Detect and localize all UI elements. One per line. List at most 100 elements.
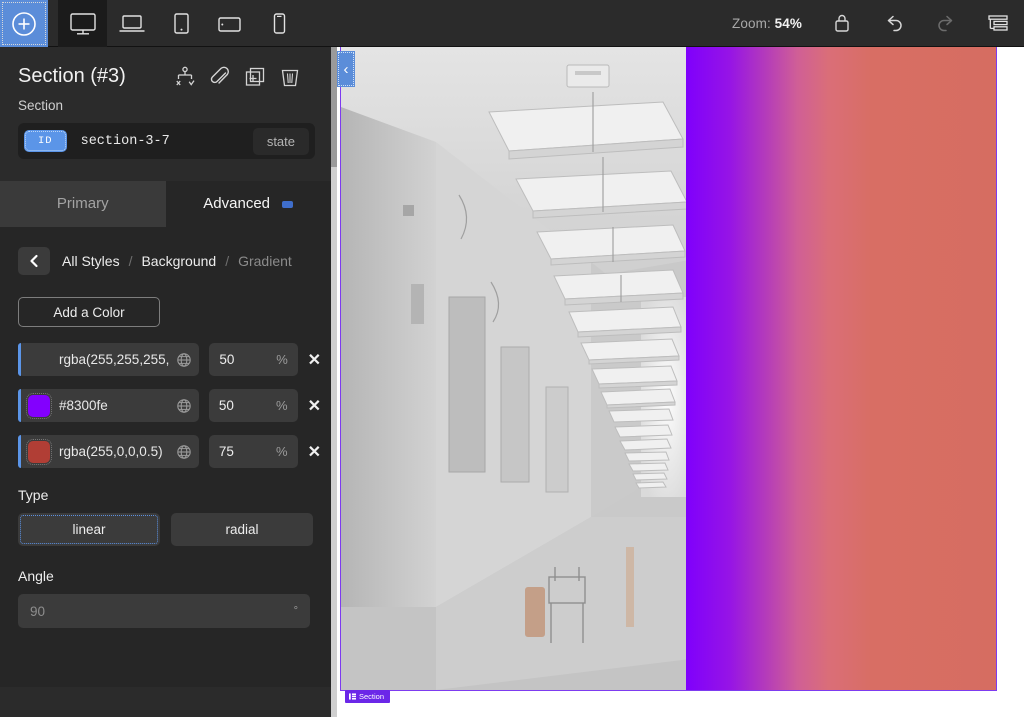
color-stop-unit: % [276, 444, 288, 459]
device-mobile[interactable] [254, 0, 303, 47]
globe-icon[interactable] [169, 398, 199, 414]
tab-primary-label: Primary [56, 195, 109, 212]
mobile-icon [273, 12, 285, 34]
angle-unit: ° [293, 605, 298, 617]
top-toolbar: Zoom: 54% [0, 0, 1024, 47]
tablet-portrait-icon [173, 12, 189, 34]
angle-label: Angle [18, 568, 54, 584]
color-value-text: rgba(255,255,255, [59, 352, 170, 367]
tab-advanced-label: Advanced [203, 195, 271, 212]
color-stop-value: 50 [219, 352, 235, 367]
gradient-type-selector: linear radial [0, 503, 331, 546]
add-element-button[interactable] [0, 0, 48, 47]
redo-button[interactable] [920, 0, 972, 47]
chevron-left-icon [30, 254, 38, 268]
tab-advanced-badge [282, 200, 294, 208]
zoom-value: 54% [774, 15, 802, 31]
laptop-icon [119, 14, 144, 32]
remove-color-button[interactable]: ✕ [298, 350, 331, 370]
link-icon[interactable] [209, 66, 231, 88]
globe-icon-glyph [177, 352, 192, 367]
state-button[interactable]: state [252, 127, 309, 155]
layers-panel-icon [988, 15, 1008, 31]
globe-icon[interactable] [169, 352, 199, 368]
color-stop-field[interactable]: 75 % [208, 435, 298, 468]
section-icon [349, 693, 356, 700]
color-swatch[interactable] [26, 438, 52, 465]
device-switcher [58, 0, 303, 47]
angle-field-wrap: 90 ° [0, 584, 331, 628]
gradient-color-row: rgba(255,0,0,0.5) 75 % ✕ [0, 435, 331, 468]
breadcrumb-item-background[interactable]: Background [141, 253, 216, 269]
desktop-icon [69, 12, 96, 34]
paperclip-icon [210, 66, 229, 84]
section-badge-icon [349, 693, 356, 700]
type-option-linear[interactable]: linear [18, 513, 160, 546]
type-label: Type [18, 487, 49, 503]
globe-icon[interactable] [169, 444, 199, 460]
device-desktop[interactable] [58, 0, 107, 47]
breadcrumb-back-button[interactable] [18, 247, 50, 275]
undo-icon [887, 15, 902, 32]
panel-tabs: Primary Advanced [0, 181, 331, 227]
globe-icon-glyph [177, 398, 191, 413]
zoom-prefix: Zoom: [732, 15, 771, 31]
remove-color-button[interactable]: ✕ [298, 396, 331, 416]
color-stop-field[interactable]: 50 % [208, 389, 298, 422]
selected-section[interactable] [340, 47, 997, 691]
duplicate-icon[interactable] [244, 66, 266, 88]
trash-icon [281, 69, 299, 86]
delete-icon[interactable] [279, 66, 301, 88]
gradient-color-row: #8300fe 50 % ✕ [0, 389, 331, 422]
type-option-radial[interactable]: radial [171, 513, 313, 546]
plus-circle-icon [12, 11, 36, 36]
device-tablet-landscape[interactable] [205, 0, 254, 47]
add-color-button[interactable]: Add a Color [18, 297, 160, 327]
undo-button[interactable] [868, 0, 920, 47]
properties-panel: Section (#3) Section ID section-3-7 stat… [0, 47, 331, 717]
gradient-overlay [686, 47, 996, 690]
device-laptop[interactable] [107, 0, 156, 47]
globe-icon-glyph [177, 444, 191, 459]
device-tablet-portrait[interactable] [156, 0, 205, 47]
lock-icon [835, 14, 849, 32]
color-value-field[interactable]: #8300fe [18, 389, 199, 422]
element-id-row: ID section-3-7 state [18, 123, 315, 159]
id-badge[interactable]: ID [24, 130, 67, 152]
angle-input[interactable]: 90 ° [18, 594, 310, 628]
panel-header: Section (#3) [0, 47, 331, 88]
remove-color-button[interactable]: ✕ [298, 442, 331, 462]
color-stop-value: 50 [218, 398, 234, 413]
angle-value: 90 [30, 603, 46, 619]
breadcrumb-separator: / [128, 253, 133, 269]
color-value-field[interactable]: rgba(255,0,0,0.5) [18, 435, 199, 468]
section-badge-label: Section [359, 692, 385, 701]
panels-button[interactable] [972, 0, 1024, 47]
breadcrumb: All Styles / Background / Gradient [0, 227, 331, 275]
collapse-panel-handle[interactable]: ‹ [337, 51, 355, 87]
redo-icon [938, 15, 953, 32]
tab-advanced[interactable]: Advanced [165, 181, 331, 227]
element-type-label: Section [18, 98, 64, 113]
color-stop-unit: % [276, 398, 288, 413]
color-swatch[interactable] [28, 349, 50, 371]
condition-branch-icon [176, 66, 195, 86]
tablet-landscape-icon [217, 16, 241, 32]
section-label-badge[interactable]: Section [345, 690, 391, 703]
color-stop-field[interactable]: 50 % [209, 343, 298, 376]
toolbar-right-group: Zoom: 54% [732, 0, 1024, 46]
page-title: Section (#3) [18, 65, 126, 87]
gradient-color-list: rgba(255,255,255, 50 % ✕ #8300fe 50 % ✕ … [0, 343, 331, 468]
conditions-icon[interactable] [174, 66, 196, 88]
zoom-indicator[interactable]: Zoom: 54% [732, 16, 816, 31]
duplicate-icon-glyph [245, 67, 265, 86]
breadcrumb-separator: / [225, 253, 230, 269]
id-value[interactable]: section-3-7 [81, 134, 253, 149]
gradient-color-row: rgba(255,255,255, 50 % ✕ [0, 343, 331, 376]
breadcrumb-item-all-styles[interactable]: All Styles [62, 253, 120, 269]
color-value-field[interactable]: rgba(255,255,255, [18, 343, 200, 376]
lock-button[interactable] [816, 0, 868, 47]
tab-primary[interactable]: Primary [0, 181, 166, 227]
color-swatch[interactable] [26, 392, 52, 419]
